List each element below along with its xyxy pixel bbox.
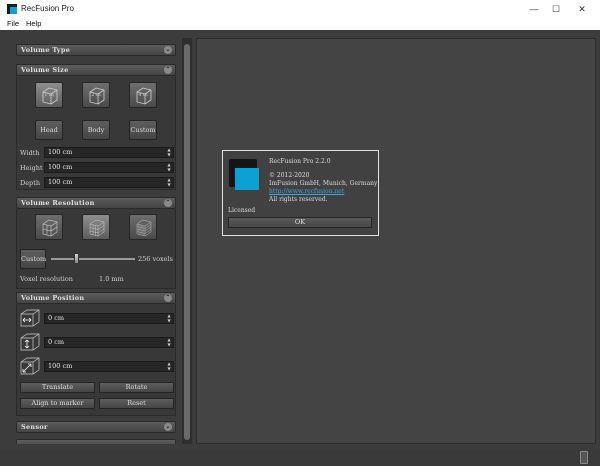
resolution-slider-track[interactable] (51, 258, 135, 260)
panel-scrollbar[interactable] (182, 38, 192, 444)
rotate-button[interactable]: Rotate (99, 382, 174, 393)
grid-cube-icon (42, 219, 58, 237)
custom-size-button[interactable]: Custom (129, 120, 157, 140)
grid-cube-icon (136, 219, 152, 237)
status-bar (0, 450, 600, 466)
width-value: 100 cm (48, 148, 73, 156)
preset-1m-button[interactable]: 1 m (35, 82, 63, 108)
collapse-icon[interactable]: ⌃ (164, 199, 172, 207)
resolution-slider-handle[interactable] (74, 253, 80, 264)
section-title: Volume Resolution (21, 199, 95, 207)
section-title: Volume Position (21, 294, 85, 302)
section-volume-type[interactable]: Volume Type ⌄ (16, 44, 176, 56)
section-volume-position[interactable]: Volume Position ⌃ (16, 292, 176, 304)
menu-bar: File Help (0, 18, 600, 30)
align-to-marker-button[interactable]: Align to marker (20, 398, 95, 409)
position-y-value: 0 cm (48, 338, 65, 346)
height-field[interactable]: 100 cm ▲ ▼ (44, 162, 174, 173)
position-z-field[interactable]: 100 cm ▲ ▼ (44, 361, 174, 372)
settings-panel: Volume Type ⌄ Volume Size ⌃ 1 m 2 m 4 m … (16, 38, 178, 444)
collapse-icon[interactable]: ⌃ (164, 294, 172, 302)
preset-label: 2 m (91, 92, 101, 98)
z-axis-cube-icon (20, 357, 40, 375)
client-area: Volume Type ⌄ Volume Size ⌃ 1 m 2 m 4 m … (0, 30, 600, 466)
resize-grip-icon[interactable] (580, 451, 588, 464)
resolution-high-button[interactable] (129, 214, 157, 240)
depth-value: 100 cm (48, 178, 73, 186)
section-volume-size[interactable]: Volume Size ⌃ (16, 64, 176, 76)
section-volume-resolution[interactable]: Volume Resolution ⌃ (16, 197, 176, 209)
about-dialog: RecFusion Pro 2.2.0 © 2012-2020 ImFusion… (222, 150, 379, 236)
voxel-resolution-value: 1.0 mm (99, 275, 124, 283)
position-x-field[interactable]: 0 cm ▲ ▼ (44, 313, 174, 324)
rights-text: All rights reserved. (269, 196, 328, 203)
collapse-icon[interactable]: ⌃ (164, 66, 172, 74)
volume-resolution-body: Custom 256 voxels Voxel resolution 1.0 m… (16, 209, 176, 289)
width-field[interactable]: 100 cm ▲ ▼ (44, 147, 174, 158)
expand-icon[interactable]: ⌄ (164, 46, 172, 54)
scrollbar-thumb[interactable] (184, 44, 190, 440)
resolution-low-button[interactable] (35, 214, 63, 240)
maximize-button[interactable]: ☐ (546, 2, 566, 16)
voxels-count: 256 voxels (138, 255, 173, 263)
depth-field[interactable]: 100 cm ▲ ▼ (44, 177, 174, 188)
reset-button[interactable]: Reset (99, 398, 174, 409)
section-title: Sensor (21, 423, 48, 431)
minimize-button[interactable]: — (524, 2, 544, 16)
section-partial[interactable] (16, 439, 176, 444)
section-title: Volume Type (21, 46, 71, 54)
spin-arrows-icon[interactable]: ▲ ▼ (166, 177, 172, 187)
voxel-resolution-label: Voxel resolution (20, 275, 73, 283)
width-label: Width (20, 149, 40, 157)
position-z-value: 100 cm (48, 362, 73, 370)
section-title: Volume Size (21, 66, 69, 74)
y-axis-cube-icon (20, 333, 40, 351)
close-button[interactable]: ✕ (572, 2, 592, 16)
translate-button[interactable]: Translate (20, 382, 95, 393)
logo-square (235, 168, 259, 190)
spin-arrows-icon[interactable]: ▲ ▼ (166, 162, 172, 172)
position-x-value: 0 cm (48, 314, 65, 322)
head-button[interactable]: Head (35, 120, 63, 140)
spin-arrows-icon[interactable]: ▲ ▼ (166, 147, 172, 157)
preset-4m-button[interactable]: 4 m (129, 82, 157, 108)
spin-arrows-icon[interactable]: ▲ ▼ (166, 337, 172, 347)
volume-position-body: 0 cm ▲ ▼ 0 cm ▲ ▼ 100 cm ▲ ▼ Translate Rota… (16, 304, 176, 416)
menu-help[interactable]: Help (26, 19, 41, 28)
product-version: RecFusion Pro 2.2.0 (269, 158, 331, 165)
spin-arrows-icon[interactable]: ▲ ▼ (166, 361, 172, 371)
height-label: Height (20, 164, 43, 172)
spin-arrows-icon[interactable]: ▲ ▼ (166, 313, 172, 323)
body-button[interactable]: Body (82, 120, 110, 140)
preset-label: 1 m (44, 92, 54, 98)
menu-file[interactable]: File (7, 19, 19, 28)
window-titlebar: RecFusion Pro — ☐ ✕ (0, 0, 600, 18)
preset-label: 4 m (138, 92, 148, 98)
resolution-medium-button[interactable] (82, 214, 110, 240)
expand-icon[interactable]: ⌄ (164, 423, 172, 431)
position-y-field[interactable]: 0 cm ▲ ▼ (44, 337, 174, 348)
website-link[interactable]: http://www.recfusion.net (269, 188, 344, 195)
custom-resolution-button[interactable]: Custom (20, 249, 46, 269)
height-value: 100 cm (48, 163, 73, 171)
window-title: RecFusion Pro (21, 4, 74, 13)
volume-size-body: 1 m 2 m 4 m Head Body Custom Width 100 c… (16, 76, 176, 190)
recfusion-app-icon (7, 4, 17, 14)
x-axis-cube-icon (20, 309, 40, 327)
grid-cube-icon (89, 219, 105, 237)
section-sensor[interactable]: Sensor ⌄ (16, 421, 176, 433)
recfusion-logo-icon (229, 159, 259, 191)
company-text: ImFusion GmbH, Munich, Germany (269, 180, 378, 187)
reconstruction-viewport[interactable] (196, 38, 596, 444)
license-status: Licensed (228, 207, 256, 214)
copyright-text: © 2012-2020 (269, 172, 310, 179)
depth-label: Depth (20, 179, 41, 187)
ok-button[interactable]: OK (228, 217, 372, 228)
preset-2m-button[interactable]: 2 m (82, 82, 110, 108)
